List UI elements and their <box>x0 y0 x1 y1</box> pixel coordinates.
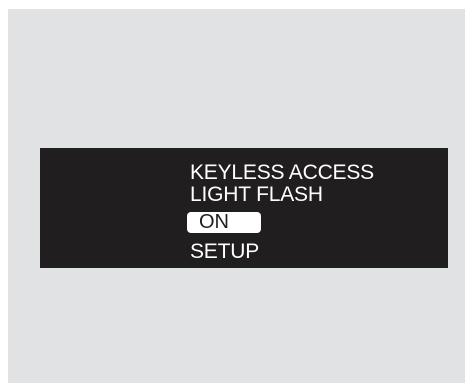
setup-label: SETUP <box>190 240 260 263</box>
background-panel: KEYLESS ACCESS LIGHT FLASH ON SETUP <box>8 9 465 383</box>
selected-option-on[interactable]: ON <box>187 212 261 233</box>
setting-title-line-1: KEYLESS ACCESS <box>190 161 374 184</box>
setting-title-line-2: LIGHT FLASH <box>190 183 323 206</box>
info-display-screen: KEYLESS ACCESS LIGHT FLASH ON SETUP <box>40 148 448 268</box>
page: KEYLESS ACCESS LIGHT FLASH ON SETUP <box>0 0 472 386</box>
